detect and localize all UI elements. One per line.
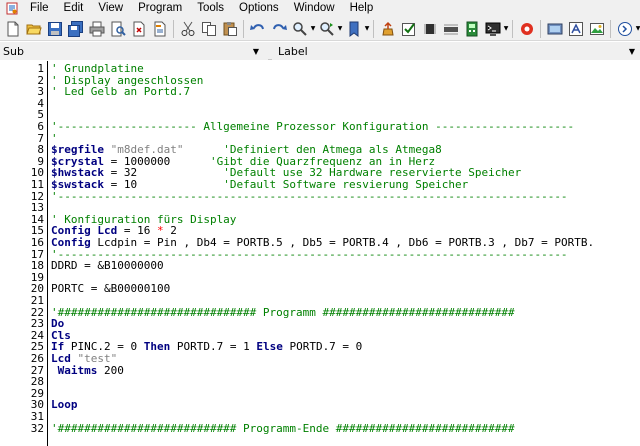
toolbar-separator [243, 19, 244, 38]
code-line[interactable]: 4 [0, 97, 640, 110]
menu-view[interactable]: View [91, 0, 131, 17]
undo-icon[interactable] [248, 19, 267, 38]
code-text: '########################### Programm-En… [51, 421, 515, 435]
sub-selector[interactable]: Sub ▼ [0, 42, 268, 60]
menu-edit[interactable]: Edit [57, 0, 92, 17]
paste-icon[interactable] [220, 19, 239, 38]
code-token: PORTC = [51, 282, 104, 296]
save-copy-icon[interactable] [150, 19, 169, 38]
menu-help[interactable]: Help [343, 0, 382, 17]
toolbar-separator [540, 19, 541, 38]
label-selector-value: Label [278, 44, 308, 58]
cut-icon[interactable] [178, 19, 197, 38]
compile-icon[interactable] [378, 19, 397, 38]
info-dropdown-icon[interactable]: ▼ [635, 19, 640, 38]
menu-bar: File Edit View Program Tools Options Win… [0, 0, 640, 17]
record-icon[interactable] [517, 19, 536, 38]
code-line[interactable]: 27 Waitms 200 [0, 363, 640, 377]
find-next-dropdown-icon[interactable]: ▼ [337, 19, 343, 38]
menu-window[interactable]: Window [287, 0, 343, 17]
code-token: PORTD.7 = 0 [282, 340, 363, 354]
bascom-ide-window: File Edit View Program Tools Options Win… [0, 0, 640, 446]
code-token: DDRD = [51, 259, 98, 273]
save-file-icon[interactable] [45, 19, 64, 38]
menu-tools[interactable]: Tools [190, 0, 232, 17]
chevron-down-icon[interactable]: ▼ [624, 43, 640, 59]
code-text: DDRD = &B10000000 [51, 260, 164, 272]
save-all-icon[interactable] [66, 19, 85, 38]
code-token: '############################## Programm… [51, 305, 515, 319]
code-line[interactable]: 29 [0, 387, 640, 400]
app-logo-icon[interactable] [5, 2, 19, 16]
code-token: Waitms [51, 363, 98, 377]
bookmark-icon[interactable] [344, 19, 363, 38]
code-token: &B10000000 [97, 259, 164, 273]
code-text: PORTC = &B00000100 [51, 283, 170, 295]
graphic-converter-icon[interactable] [587, 19, 606, 38]
code-token: 200 [97, 363, 124, 377]
new-file-icon[interactable] [3, 19, 22, 38]
toolbar-separator [173, 19, 174, 38]
code-line[interactable]: 32 '########################### Programm-… [0, 421, 640, 435]
sub-selector-value: Sub [3, 44, 24, 58]
font-editor-icon[interactable] [566, 19, 585, 38]
menu-options[interactable]: Options [232, 0, 287, 17]
code-line[interactable]: 23 Do [0, 318, 640, 330]
print-icon[interactable] [87, 19, 106, 38]
toolbar-separator [512, 19, 513, 38]
syntax-check-icon[interactable] [399, 19, 418, 38]
toolbar-separator [610, 19, 611, 38]
code-line[interactable]: 12 '-------------------------------------… [0, 189, 640, 203]
code-text: Waitms 200 [51, 363, 124, 377]
program-chip-icon[interactable] [441, 19, 460, 38]
code-token: Else [256, 340, 283, 354]
terminal-dropdown-icon[interactable]: ▼ [503, 19, 509, 38]
code-line[interactable]: 22 '############################## Progra… [0, 305, 640, 319]
code-token: '########################### Programm-En… [51, 421, 515, 435]
code-text: Loop [51, 399, 78, 411]
code-token: Then [143, 340, 171, 354]
find-next-icon[interactable] [317, 19, 336, 38]
code-line[interactable]: 6 '--------------------- Allgemeine Proze… [0, 121, 640, 133]
open-file-icon[interactable] [24, 19, 43, 38]
code-line[interactable]: 20 PORTC = &B00000100 [0, 283, 640, 295]
print-preview-icon[interactable] [108, 19, 127, 38]
terminal-icon[interactable] [483, 19, 502, 38]
close-file-icon[interactable] [129, 19, 148, 38]
code-token: &B00000100 [103, 282, 171, 296]
code-editor[interactable]: 1 ' Grundplatine 2 ' Display angeschlossen 3… [0, 61, 640, 446]
toolbar: ▼ ▼ ▼ ▼ ▼ ? ▼ [0, 17, 640, 41]
chevron-down-icon[interactable]: ▼ [248, 43, 264, 59]
code-token: PORTD.7 = 1 [170, 340, 257, 354]
code-line[interactable]: 30 Loop [0, 399, 640, 411]
code-line[interactable]: 18 DDRD = &B10000000 [0, 260, 640, 272]
copy-icon[interactable] [199, 19, 218, 38]
code-text: '############################## Programm… [51, 305, 515, 319]
lcd-designer-icon[interactable] [545, 19, 564, 38]
bookmark-dropdown-icon[interactable]: ▼ [364, 19, 370, 38]
code-token: ' Led Gelb an Portd.7 [51, 85, 191, 99]
code-text: ' Led Gelb an Portd.7 [51, 86, 190, 98]
simulator-icon[interactable] [462, 19, 481, 38]
code-text: '--------------------- Allgemeine Prozes… [51, 121, 574, 133]
find-icon[interactable] [290, 19, 309, 38]
label-selector[interactable]: Label ▼ [272, 42, 640, 60]
code-token: Loop [51, 398, 78, 412]
toolbar-separator [373, 19, 374, 38]
navigation-combo-row: Sub ▼ Label ▼ [0, 42, 640, 60]
redo-icon[interactable] [269, 19, 288, 38]
code-line[interactable]: 28 [0, 376, 640, 388]
find-dropdown-icon[interactable]: ▼ [310, 19, 316, 38]
info-icon[interactable] [615, 19, 634, 38]
menu-file[interactable]: File [23, 0, 57, 17]
chip-icon[interactable] [420, 19, 439, 38]
line-number: 32 [30, 421, 44, 435]
code-text: '---------------------------------------… [51, 189, 568, 203]
code-line[interactable]: 3 ' Led Gelb an Portd.7 [0, 86, 640, 98]
code-token: '---------------------------------------… [51, 189, 568, 203]
code-token: '--------------------- Allgemeine Prozes… [51, 120, 575, 133]
menu-program[interactable]: Program [131, 0, 190, 17]
